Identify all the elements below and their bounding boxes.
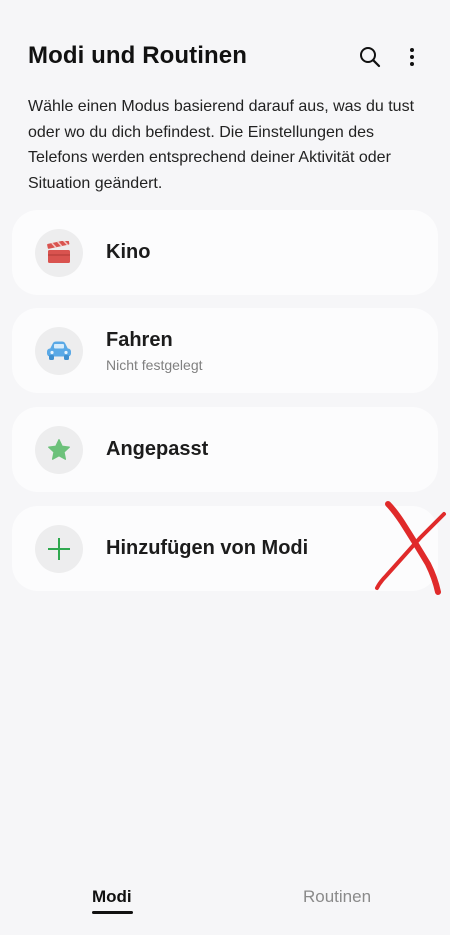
mode-label-angepasst: Angepasst	[106, 438, 209, 460]
mode-card-fahren[interactable]: Fahren Nicht festgelegt	[12, 308, 438, 393]
bottom-navigation: Modi Routinen	[0, 870, 450, 930]
mode-label-fahren: Fahren	[106, 329, 173, 351]
tab-routinen[interactable]: Routinen	[303, 887, 371, 907]
mode-card-kino[interactable]: Kino	[12, 210, 438, 295]
description-text: Wähle einen Modus basierend darauf aus, …	[28, 98, 415, 192]
more-vertical-icon[interactable]	[397, 42, 427, 72]
header: Modi und Routinen	[0, 0, 450, 90]
car-icon	[35, 327, 83, 375]
clapperboard-icon	[35, 229, 83, 277]
mode-card-angepasst[interactable]: Angepasst	[12, 407, 438, 492]
red-cross-mark	[372, 500, 450, 600]
tab-modi[interactable]: Modi	[92, 887, 132, 907]
search-icon[interactable]	[355, 42, 385, 72]
mode-label-kino: Kino	[106, 241, 151, 263]
add-mode-label: Hinzufügen von Modi	[106, 537, 309, 559]
mode-subtitle-fahren: Nicht festgelegt	[106, 357, 203, 373]
active-tab-indicator	[92, 911, 133, 914]
app-root: Modi und Routinen Wähle einen Modus basi…	[0, 0, 450, 935]
plus-icon	[35, 525, 83, 573]
page-title: Modi und Routinen	[28, 42, 247, 69]
star-icon	[35, 426, 83, 474]
